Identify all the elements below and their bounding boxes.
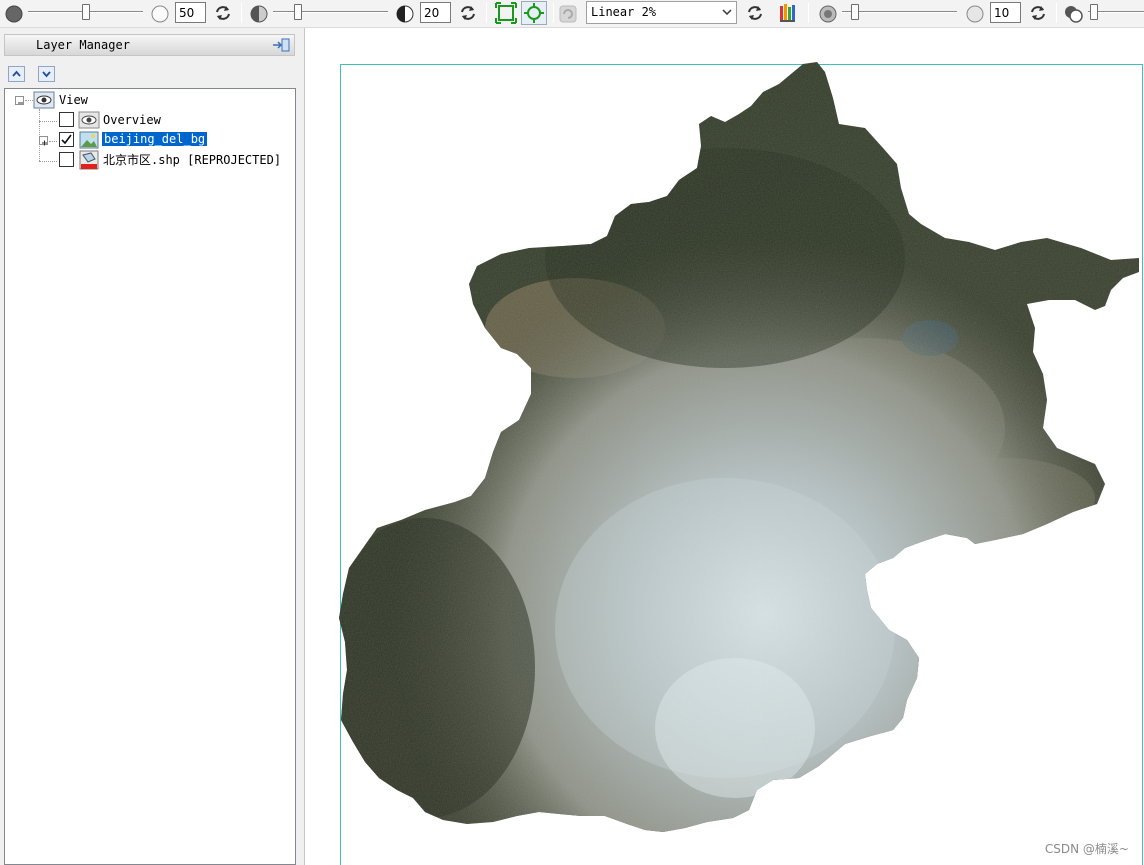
contrast-value-field[interactable]: 20 bbox=[420, 2, 451, 23]
transparency-slider-thumb[interactable] bbox=[851, 4, 859, 20]
display-toolbar: 50 20 Linear 2% 10 bbox=[0, 0, 1144, 28]
reset-transparency-icon[interactable] bbox=[1028, 3, 1048, 23]
toolbar-separator bbox=[486, 3, 487, 23]
plus-icon bbox=[42, 140, 47, 146]
zoom-full-extent-icon[interactable] bbox=[495, 2, 517, 24]
opacity-slider-thumb[interactable] bbox=[1090, 4, 1098, 20]
layer-visibility-checkbox[interactable] bbox=[59, 152, 74, 167]
layer-manager-panel: Layer Manager View Overview beijing_del_… bbox=[0, 28, 305, 865]
layer-visibility-checkbox[interactable] bbox=[59, 112, 74, 127]
contrast-low-icon bbox=[250, 5, 268, 23]
layer-manager-title: Layer Manager bbox=[36, 38, 130, 52]
brightness-value-field[interactable]: 50 bbox=[175, 2, 206, 23]
tree-node-label: beijing_del_bg bbox=[102, 132, 208, 146]
watermark: CSDN @楠溪~ bbox=[1044, 842, 1129, 856]
beijing-raster-image[interactable] bbox=[305, 28, 1144, 865]
zoom-to-layer-icon[interactable] bbox=[521, 1, 547, 25]
brightness-high-icon bbox=[151, 5, 169, 23]
layer-manager-header: Layer Manager bbox=[4, 34, 295, 56]
overview-eye-icon bbox=[78, 111, 100, 129]
map-view[interactable]: CSDN @楠溪~ bbox=[305, 28, 1144, 865]
minus-icon bbox=[18, 102, 23, 104]
transparency-icon bbox=[1065, 6, 1083, 23]
histogram-stretch-icon[interactable] bbox=[778, 2, 800, 24]
tree-node-label: View bbox=[59, 93, 88, 107]
transparency-value-field[interactable]: 10 bbox=[990, 2, 1021, 23]
tree-node-view[interactable]: View bbox=[5, 90, 295, 110]
tree-node-beijing-del-bg[interactable]: beijing_del_bg bbox=[5, 130, 295, 150]
tree-node-label: Overview bbox=[103, 113, 161, 127]
contrast-slider-thumb[interactable] bbox=[294, 4, 302, 20]
move-layer-down-button[interactable] bbox=[38, 66, 55, 82]
expand-toggle[interactable] bbox=[39, 136, 48, 146]
toolbar-separator bbox=[808, 3, 809, 23]
vector-polygon-icon bbox=[79, 150, 99, 170]
toolbar-separator bbox=[1056, 3, 1057, 23]
reset-stretch-icon[interactable] bbox=[745, 3, 765, 23]
chevron-down-icon[interactable] bbox=[718, 2, 736, 23]
tree-node-label: 北京市区.shp [REPROJECTED] bbox=[103, 153, 282, 167]
layer-tree: View Overview beijing_del_bg 北京市区.shp [R… bbox=[4, 88, 296, 865]
contrast-slider[interactable] bbox=[273, 0, 388, 26]
brightness-low-icon bbox=[5, 5, 23, 23]
stretch-type-dropdown[interactable]: Linear 2% bbox=[586, 1, 737, 24]
checkmark-icon bbox=[61, 134, 72, 145]
stretch-type-value: Linear 2% bbox=[591, 5, 657, 19]
raster-icon bbox=[79, 131, 99, 149]
chevron-up-icon bbox=[12, 70, 21, 77]
brightness-slider-thumb[interactable] bbox=[82, 4, 90, 20]
dock-panel-icon[interactable] bbox=[272, 37, 290, 53]
collapse-toggle[interactable] bbox=[15, 96, 24, 105]
sharpen-low-icon bbox=[819, 5, 837, 23]
view-eye-icon bbox=[33, 91, 55, 109]
layer-visibility-checkbox[interactable] bbox=[59, 132, 74, 147]
tree-node-overview[interactable]: Overview bbox=[5, 110, 295, 130]
tree-node-beijing-shp[interactable]: 北京市区.shp [REPROJECTED] bbox=[5, 150, 295, 170]
toolbar-separator bbox=[553, 3, 554, 23]
reset-brightness-icon[interactable] bbox=[213, 3, 233, 23]
toolbar-separator bbox=[241, 3, 242, 23]
sharpen-high-icon bbox=[966, 5, 984, 23]
transparency-slider[interactable] bbox=[842, 0, 957, 26]
contrast-high-icon bbox=[396, 5, 414, 23]
stretch-disabled-icon bbox=[559, 5, 577, 23]
reset-contrast-icon[interactable] bbox=[458, 3, 478, 23]
raster-pixels bbox=[339, 62, 1139, 832]
chevron-down-icon bbox=[42, 71, 51, 78]
move-layer-up-button[interactable] bbox=[8, 66, 25, 82]
brightness-slider[interactable] bbox=[28, 0, 143, 26]
opacity-slider[interactable] bbox=[1088, 0, 1144, 26]
